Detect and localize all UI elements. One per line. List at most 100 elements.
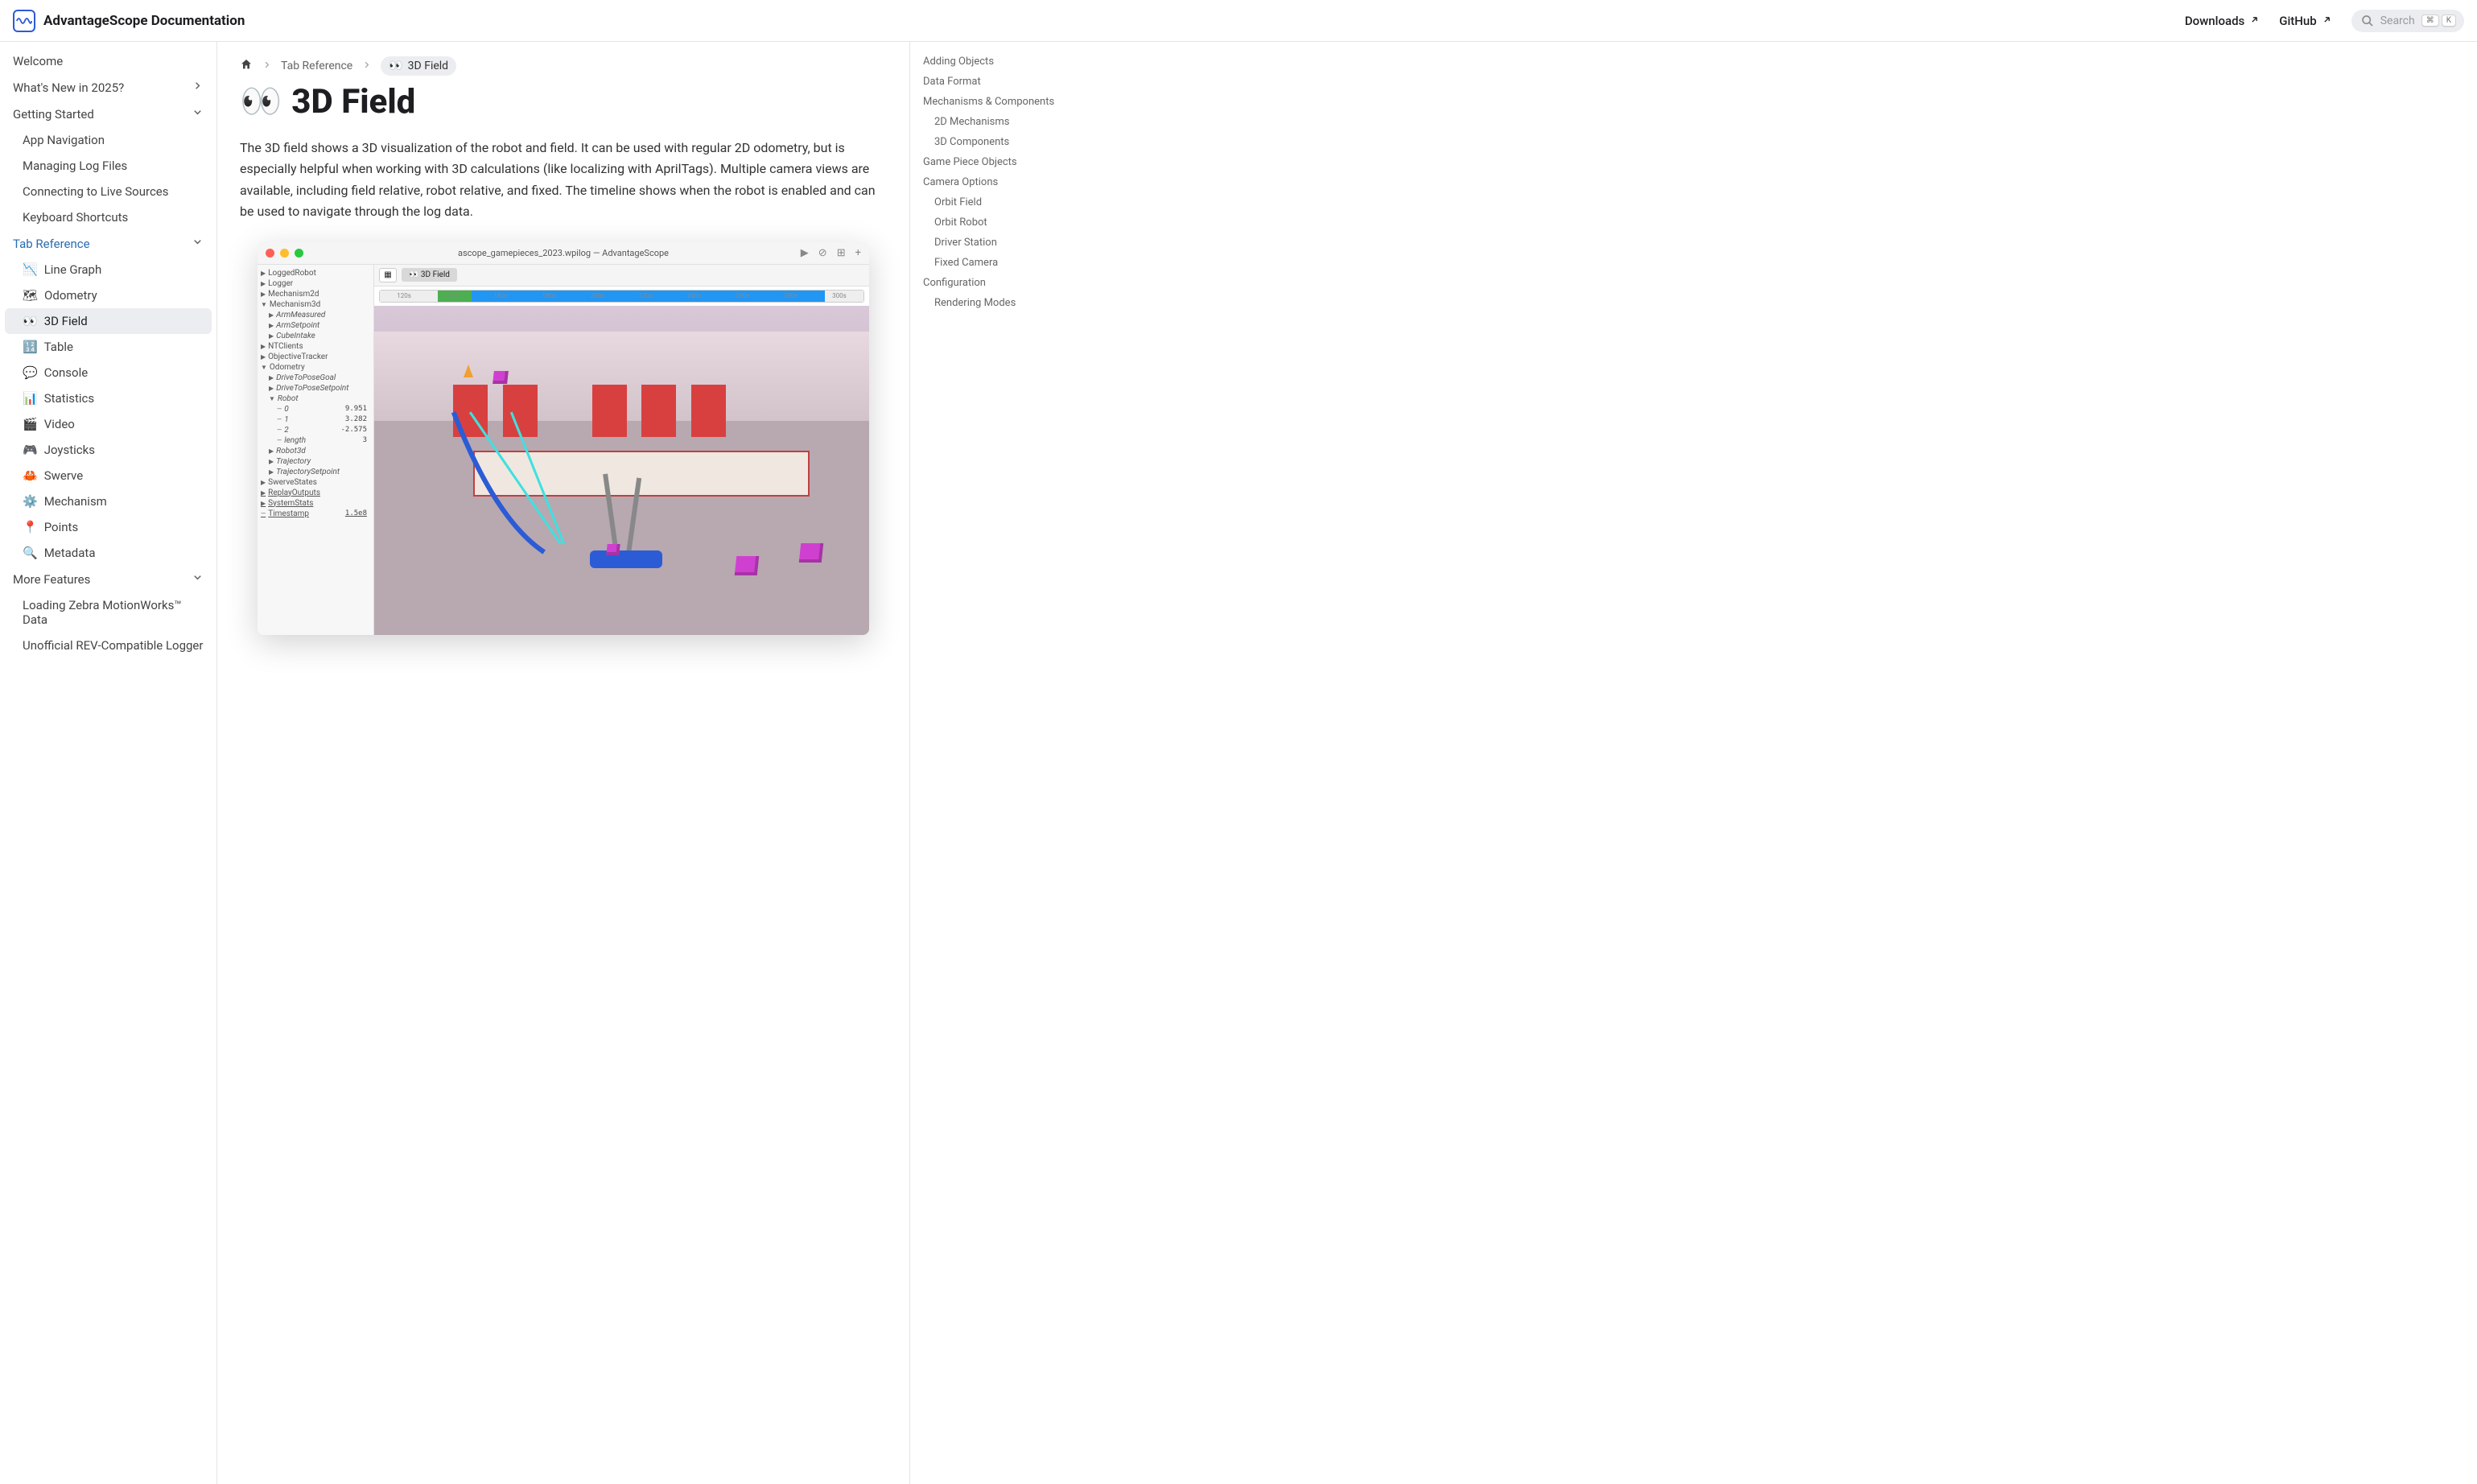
sidebar-item[interactable]: Unofficial REV-Compatible Logger: [5, 633, 212, 658]
tree-row: ▶SwerveStates: [258, 477, 373, 488]
tree-row: —09.951: [258, 404, 373, 414]
tree-row: —2-2.575: [258, 425, 373, 435]
sidebar-item-label: More Features: [13, 572, 90, 587]
plus-icon: +: [855, 247, 861, 259]
breadcrumb-current: 👀 3D Field: [381, 56, 456, 76]
nav-link-label: GitHub: [2279, 14, 2316, 28]
sidebar-item[interactable]: Getting Started: [5, 101, 212, 127]
toc-item[interactable]: Orbit Field: [923, 192, 1106, 212]
breadcrumb-item[interactable]: Tab Reference: [281, 60, 352, 72]
tree-row: ▶CubeIntake: [258, 331, 373, 341]
sidebar-item[interactable]: More Features: [5, 566, 212, 592]
toc-item[interactable]: Camera Options: [923, 172, 1106, 192]
toc-item[interactable]: Adding Objects: [923, 52, 1106, 72]
sidebar-item-label: Points: [44, 520, 79, 534]
sidebar-item-label: Metadata: [44, 546, 96, 560]
tree-row: —Timestamp1.5e8: [258, 509, 373, 519]
play-icon: ▶: [801, 247, 809, 259]
screenshot-image: ascope_gamepieces_2023.wpilog — Advantag…: [258, 242, 869, 635]
sidebar-item[interactable]: Connecting to Live Sources: [5, 179, 212, 204]
sidebar-item-label: Statistics: [44, 391, 94, 406]
screenshot-toolbar: ▶ ⊘ ⊞ +: [801, 247, 861, 259]
tree-row: ▶ArmSetpoint: [258, 320, 373, 331]
tree-row: —length3: [258, 435, 373, 446]
screenshot-timeline: 120s140s160s180s200s220s240s260s280s300s: [379, 290, 864, 303]
toc-item[interactable]: Driver Station: [923, 233, 1106, 253]
sidebar-item[interactable]: 🗺Odometry: [5, 282, 212, 308]
nav-link-label: Downloads: [2185, 14, 2244, 28]
navbar: AdvantageScope Documentation Downloads G…: [0, 0, 2477, 42]
toc-item[interactable]: 3D Components: [923, 132, 1106, 152]
nav-link-github[interactable]: GitHub: [2279, 14, 2331, 28]
search-icon: [2361, 14, 2374, 27]
search-button[interactable]: Search ⌘ K: [2351, 10, 2464, 32]
navbar-right: Downloads GitHub Search ⌘ K: [2185, 10, 2464, 32]
sidebar-item-label: Swerve: [44, 468, 83, 483]
sidebar-item[interactable]: 🎮Joysticks: [5, 437, 212, 463]
sidebar-item-label: What's New in 2025?: [13, 80, 124, 95]
sidebar-item[interactable]: 👀3D Field: [5, 308, 212, 334]
tree-row: ▶Robot3d: [258, 446, 373, 456]
chevron-right-icon: [192, 80, 204, 95]
toc-item[interactable]: Rendering Modes: [923, 293, 1106, 313]
sidebar-item[interactable]: Welcome: [5, 48, 212, 74]
toc-item[interactable]: Fixed Camera: [923, 253, 1106, 273]
sidebar-item[interactable]: Keyboard Shortcuts: [5, 204, 212, 230]
breadcrumb-home[interactable]: [240, 58, 253, 74]
tree-row: ▶Trajectory: [258, 456, 373, 467]
sidebar-item[interactable]: 📍Points: [5, 514, 212, 540]
tree-row: ▶NTClients: [258, 341, 373, 352]
heading-text: 3D Field: [291, 82, 415, 122]
breadcrumb: Tab Reference 👀 3D Field: [240, 56, 887, 76]
sidebar-item[interactable]: 📊Statistics: [5, 385, 212, 411]
toc-item[interactable]: Data Format: [923, 72, 1106, 92]
external-link-icon: [2249, 14, 2260, 28]
screenshot-tree: ▶LoggedRobot▶Logger▶Mechanism2d▼Mechanis…: [258, 265, 374, 635]
sidebar-item[interactable]: Loading Zebra MotionWorks™ Data: [5, 592, 212, 633]
table-of-contents: Adding ObjectsData FormatMechanisms & Co…: [909, 42, 1119, 1484]
sidebar-item[interactable]: Tab Reference: [5, 230, 212, 257]
sidebar-item[interactable]: 🔍Metadata: [5, 540, 212, 566]
chevron-down-icon: [192, 236, 204, 251]
intro-paragraph: The 3D field shows a 3D visualization of…: [240, 138, 887, 223]
navbar-brand[interactable]: AdvantageScope Documentation: [13, 10, 245, 32]
site-title: AdvantageScope Documentation: [43, 13, 245, 29]
chevron-down-icon: [192, 571, 204, 587]
sidebar-item-label: App Navigation: [23, 133, 105, 147]
sidebar-item[interactable]: 📉Line Graph: [5, 257, 212, 282]
main: Tab Reference 👀 3D Field 👀 3D Field The …: [217, 42, 2477, 1484]
toc-item[interactable]: 2D Mechanisms: [923, 112, 1106, 132]
sidebar[interactable]: Welcome What's New in 2025? Getting Starte…: [0, 42, 217, 1484]
sidebar-item-label: Line Graph: [44, 262, 102, 277]
tree-row: ▶SystemStats: [258, 498, 373, 509]
sidebar-item-label: Tab Reference: [13, 237, 90, 251]
toc-item[interactable]: Orbit Robot: [923, 212, 1106, 233]
toc-item[interactable]: Mechanisms & Components: [923, 92, 1106, 112]
sidebar-item[interactable]: 💬Console: [5, 360, 212, 385]
toc-item[interactable]: Game Piece Objects: [923, 152, 1106, 172]
sidebar-item-label: Table: [44, 340, 73, 354]
sidebar-item-label: 3D Field: [44, 314, 88, 328]
sidebar-item-label: Connecting to Live Sources: [23, 184, 169, 199]
sidebar-item[interactable]: 🦀Swerve: [5, 463, 212, 488]
logo-icon: [13, 10, 35, 32]
tree-row: ▶ObjectiveTracker: [258, 352, 373, 362]
screenshot-tab: 👀 3D Field: [402, 268, 457, 282]
tree-row: ▶DriveToPoseSetpoint: [258, 383, 373, 394]
sidebar-item[interactable]: App Navigation: [5, 127, 212, 153]
tree-row: ▼Mechanism3d: [258, 299, 373, 310]
tree-row: ▶DriveToPoseGoal: [258, 373, 373, 383]
nav-link-downloads[interactable]: Downloads: [2185, 14, 2260, 28]
tree-row: ▶ArmMeasured: [258, 310, 373, 320]
sidebar-item[interactable]: 🎬Video: [5, 411, 212, 437]
sidebar-item[interactable]: ⚙️Mechanism: [5, 488, 212, 514]
sidebar-item[interactable]: 🔢Table: [5, 334, 212, 360]
tree-row: ▶Mechanism2d: [258, 289, 373, 299]
sidebar-item-label: Managing Log Files: [23, 159, 127, 173]
sidebar-item[interactable]: What's New in 2025?: [5, 74, 212, 101]
toc-item[interactable]: Configuration: [923, 273, 1106, 293]
tree-row: ▼Odometry: [258, 362, 373, 373]
sidebar-item[interactable]: Managing Log Files: [5, 153, 212, 179]
content: Tab Reference 👀 3D Field 👀 3D Field The …: [217, 42, 909, 1484]
sidebar-item-label: Loading Zebra MotionWorks™ Data: [23, 598, 204, 627]
